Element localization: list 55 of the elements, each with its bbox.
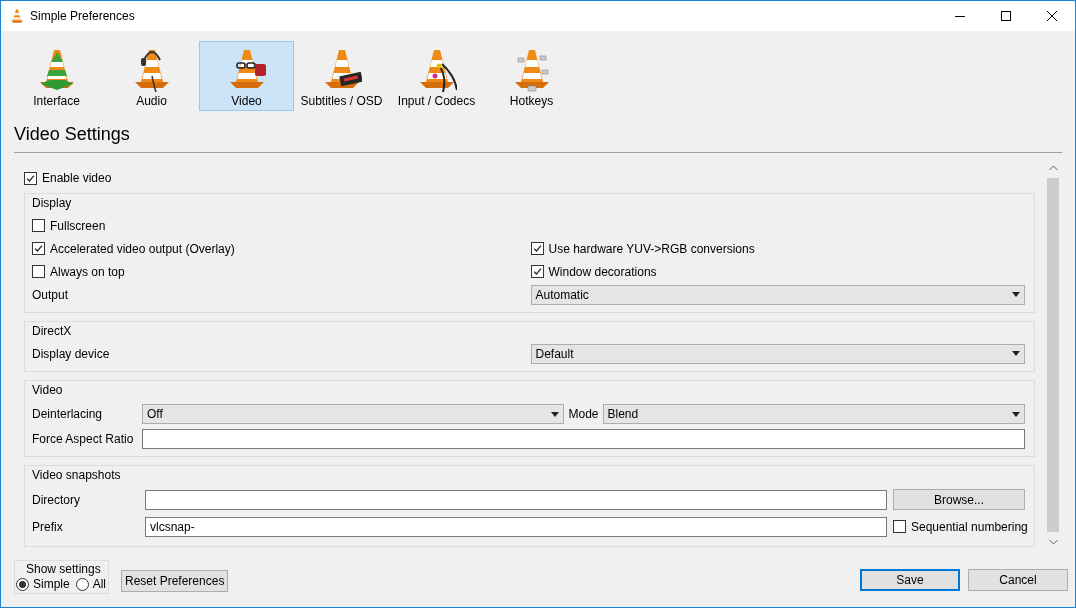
caret-icon bbox=[1012, 351, 1020, 356]
dropdown[interactable]: Off bbox=[142, 404, 565, 424]
checkbox[interactable] bbox=[32, 242, 45, 255]
group-title: Show settings bbox=[25, 562, 102, 577]
checkbox-label: Enable video bbox=[42, 171, 112, 185]
group-title: Video snapshots bbox=[32, 468, 122, 484]
field-label: Deinterlacing bbox=[32, 407, 104, 421]
radio-button[interactable] bbox=[16, 577, 29, 591]
radio-button[interactable] bbox=[75, 577, 89, 591]
caret-icon bbox=[1012, 411, 1020, 417]
checkbox-label: Window decorations bbox=[548, 264, 657, 279]
category-tab[interactable]: Input / Codecs bbox=[389, 41, 484, 111]
radio-label: Simple bbox=[33, 577, 70, 591]
radio-label: All bbox=[92, 577, 107, 591]
field-label: Prefix bbox=[32, 519, 64, 534]
category-tab[interactable]: Hotkeys bbox=[484, 41, 579, 111]
field-label: Output bbox=[32, 287, 70, 302]
app-icon bbox=[10, 7, 24, 25]
checkbox-label: Sequential numbering bbox=[911, 519, 1028, 534]
checkbox-label: Use hardware YUV->RGB conversions bbox=[548, 241, 755, 256]
category-tab[interactable]: Video bbox=[199, 41, 294, 111]
group-title: DirectX bbox=[32, 324, 73, 340]
text-field[interactable] bbox=[142, 428, 1025, 449]
checkbox[interactable] bbox=[530, 265, 544, 278]
scrollbar-thumb[interactable] bbox=[1047, 178, 1059, 532]
dropdown[interactable]: Automatic bbox=[530, 284, 1025, 305]
section-heading: Video Settings bbox=[14, 124, 130, 144]
dialog-button[interactable]: Save bbox=[860, 569, 960, 591]
group-title: Display bbox=[32, 196, 73, 212]
browse-button[interactable]: Browse... bbox=[893, 489, 1025, 510]
category-tab[interactable]: Subtitles / OSD bbox=[294, 41, 389, 111]
dropdown[interactable]: Blend bbox=[602, 404, 1025, 424]
checkbox-label: Fullscreen bbox=[50, 218, 106, 233]
field-label: Mode bbox=[568, 407, 599, 421]
text-field[interactable]: vlcsnap- bbox=[145, 516, 887, 537]
field-label: Force Aspect Ratio bbox=[32, 431, 135, 446]
checkbox[interactable] bbox=[24, 171, 37, 185]
reset-button[interactable]: Reset Preferences bbox=[121, 570, 229, 592]
field-label: Display device bbox=[32, 346, 111, 361]
field-label: Directory bbox=[32, 492, 81, 507]
dialog-button[interactable]: Cancel bbox=[968, 569, 1068, 591]
window-title: Simple Preferences bbox=[30, 9, 136, 23]
checkbox-label: Always on top bbox=[50, 264, 125, 279]
checkbox[interactable] bbox=[32, 219, 45, 232]
group-title: Video bbox=[32, 383, 64, 399]
checkbox-label: Accelerated video output (Overlay) bbox=[50, 241, 235, 256]
checkbox[interactable] bbox=[32, 265, 45, 278]
text-field[interactable] bbox=[145, 489, 887, 510]
checkbox[interactable] bbox=[530, 242, 544, 255]
caret-icon bbox=[551, 411, 560, 417]
caret-icon bbox=[1012, 292, 1020, 297]
category-tab[interactable]: Interface bbox=[9, 41, 104, 111]
checkbox[interactable] bbox=[893, 520, 906, 533]
dropdown[interactable]: Default bbox=[530, 343, 1025, 364]
category-tab[interactable]: Audio bbox=[104, 41, 199, 111]
